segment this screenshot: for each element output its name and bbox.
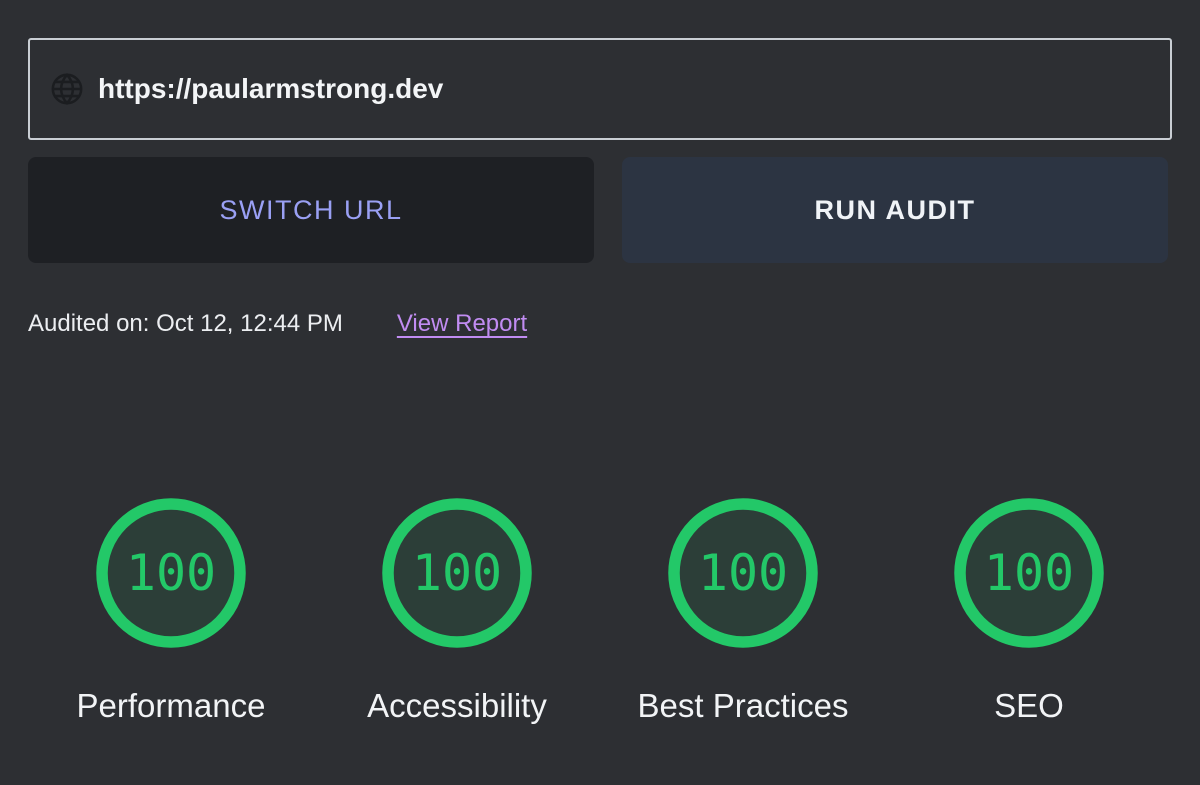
url-input-container[interactable] [28, 38, 1172, 140]
best-practices-gauge: 100 [668, 498, 818, 648]
performance-gauge: 100 [96, 498, 246, 648]
seo-label: SEO [994, 687, 1064, 725]
audit-meta-row: Audited on: Oct 12, 12:44 PM View Report [28, 310, 1172, 338]
gauge-cell-best-practices: 100 Best Practices [600, 498, 886, 725]
accessibility-gauge: 100 [382, 498, 532, 648]
performance-label: Performance [77, 687, 266, 725]
seo-gauge: 100 [954, 498, 1104, 648]
best-practices-label: Best Practices [638, 687, 849, 725]
score-gauges: 100 Performance 100 Accessibility 100 [28, 498, 1172, 725]
run-audit-button[interactable]: RUN AUDIT [622, 157, 1168, 263]
best-practices-score-value: 100 [668, 498, 818, 648]
audit-page: SWITCH URL RUN AUDIT Audited on: Oct 12,… [0, 0, 1200, 785]
gauge-cell-performance: 100 Performance [28, 498, 314, 725]
view-report-link[interactable]: View Report [397, 310, 527, 338]
gauge-cell-accessibility: 100 Accessibility [314, 498, 600, 725]
seo-score-value: 100 [954, 498, 1104, 648]
url-input[interactable] [98, 73, 1150, 105]
globe-icon [50, 72, 84, 106]
action-buttons: SWITCH URL RUN AUDIT [28, 157, 1172, 263]
accessibility-score-value: 100 [382, 498, 532, 648]
accessibility-label: Accessibility [367, 687, 547, 725]
switch-url-button[interactable]: SWITCH URL [28, 157, 594, 263]
gauge-cell-seo: 100 SEO [886, 498, 1172, 725]
performance-score-value: 100 [96, 498, 246, 648]
audited-on-text: Audited on: Oct 12, 12:44 PM [28, 310, 343, 338]
